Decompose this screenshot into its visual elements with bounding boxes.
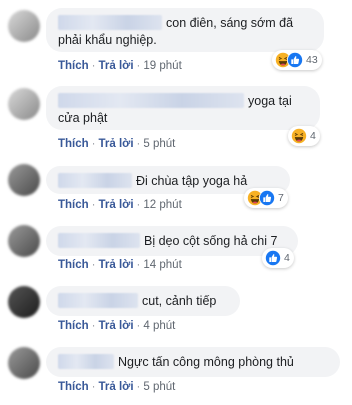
like-icon xyxy=(259,190,275,206)
like-link[interactable]: Thích xyxy=(58,60,89,72)
timestamp[interactable]: 12 phút xyxy=(143,199,181,211)
comment-actions: Thích · Trả lời · 14 phút xyxy=(58,259,182,271)
comment-bubble: Ngực tấn công mông phòng thủ xyxy=(46,347,340,377)
reaction-summary[interactable]: 4 xyxy=(262,248,294,268)
author-name[interactable] xyxy=(58,233,140,248)
like-icon xyxy=(287,52,303,68)
author-name[interactable] xyxy=(58,293,138,308)
reply-link[interactable]: Trả lời xyxy=(99,320,134,332)
reply-link[interactable]: Trả lời xyxy=(99,259,134,271)
comment-actions: Thích · Trả lời · 12 phút xyxy=(58,199,182,211)
like-link[interactable]: Thích xyxy=(58,259,89,271)
comment-actions: Thích · Trả lời · 19 phút xyxy=(58,60,182,72)
comment-bubble: cut, cảnh tiếp xyxy=(46,286,240,316)
avatar[interactable] xyxy=(8,10,40,42)
comment-bubble: con điên, sáng sớm đã phải khẩu nghiệp. xyxy=(46,8,324,52)
reaction-count: 7 xyxy=(278,192,284,204)
like-link[interactable]: Thích xyxy=(58,138,89,150)
haha-icon xyxy=(291,128,307,144)
author-name[interactable] xyxy=(58,93,244,108)
reaction-count: 43 xyxy=(306,54,318,66)
reaction-count: 4 xyxy=(310,130,316,142)
avatar[interactable] xyxy=(8,347,40,379)
like-icon xyxy=(265,250,281,266)
comment-actions: Thích · Trả lời · 5 phút xyxy=(58,138,176,150)
comment-text: cut, cảnh tiếp xyxy=(142,294,217,308)
avatar[interactable] xyxy=(8,88,40,120)
avatar[interactable] xyxy=(8,225,40,257)
comment-actions: Thích · Trả lời · 5 phút xyxy=(58,381,176,393)
avatar[interactable] xyxy=(8,286,40,318)
avatar[interactable] xyxy=(8,164,40,196)
author-name[interactable] xyxy=(58,15,162,30)
reaction-summary[interactable]: 4 xyxy=(288,126,320,146)
comment-text: Đi chùa tập yoga hả xyxy=(136,174,248,188)
comment-actions: Thích · Trả lời · 4 phút xyxy=(58,320,176,332)
timestamp[interactable]: 5 phút xyxy=(143,381,175,393)
reaction-summary[interactable]: 7 xyxy=(244,188,288,208)
author-name[interactable] xyxy=(58,354,114,369)
reaction-summary[interactable]: 43 xyxy=(272,50,322,70)
timestamp[interactable]: 4 phút xyxy=(143,320,175,332)
comment-text: Ngực tấn công mông phòng thủ xyxy=(118,355,294,369)
author-name[interactable] xyxy=(58,173,132,188)
reply-link[interactable]: Trả lời xyxy=(99,199,134,211)
comment-bubble: Bị dẹo cột sống hả chi 7 xyxy=(46,226,298,256)
comment-text: Bị dẹo cột sống hả chi 7 xyxy=(144,234,278,248)
timestamp[interactable]: 14 phút xyxy=(143,259,181,271)
timestamp[interactable]: 19 phút xyxy=(143,60,181,72)
like-link[interactable]: Thích xyxy=(58,320,89,332)
reply-link[interactable]: Trả lời xyxy=(99,60,134,72)
reply-link[interactable]: Trả lời xyxy=(99,381,134,393)
like-link[interactable]: Thích xyxy=(58,381,89,393)
comment-bubble: yoga tại cửa phật xyxy=(46,86,320,130)
like-link[interactable]: Thích xyxy=(58,199,89,211)
timestamp[interactable]: 5 phút xyxy=(143,138,175,150)
reaction-count: 4 xyxy=(284,252,290,264)
reply-link[interactable]: Trả lời xyxy=(99,138,134,150)
